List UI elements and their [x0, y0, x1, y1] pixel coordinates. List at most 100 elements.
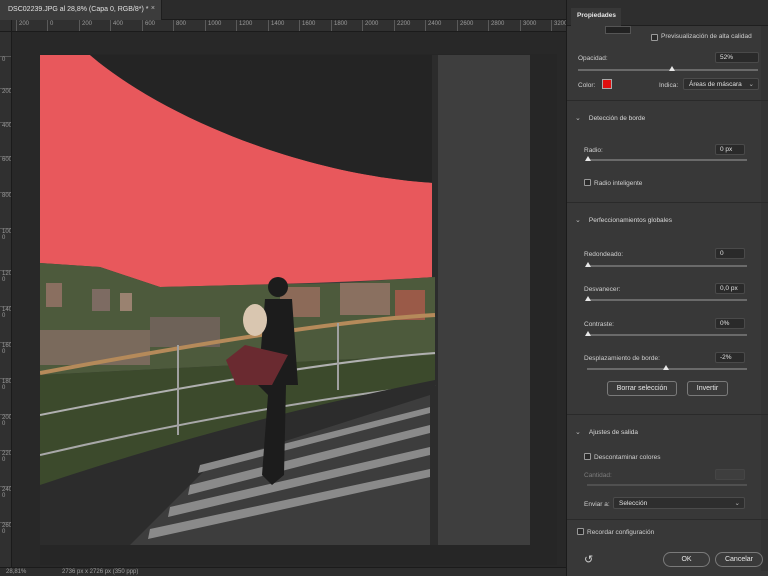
panel-tab-bar: Propiedades: [567, 0, 768, 26]
output-to-value: Selección: [619, 500, 648, 507]
ruler-label: 0: [47, 20, 53, 31]
ruler-label: 1200: [236, 20, 252, 31]
ruler-label: 1800: [0, 378, 12, 391]
indicates-dropdown[interactable]: Áreas de máscara ⌄: [683, 78, 759, 90]
status-bar: 28,81% 2736 px x 2726 px (350 ppp): [0, 567, 566, 576]
feather-slider-thumb[interactable]: [585, 296, 591, 301]
properties-panel: Propiedades Previsualización de alta cal…: [566, 0, 768, 576]
color-swatch[interactable]: [602, 79, 612, 89]
ruler-label: 600: [0, 156, 12, 163]
radius-slider-track[interactable]: [587, 159, 747, 161]
divider: [567, 202, 768, 203]
contrast-label: Contraste:: [584, 321, 614, 328]
smooth-label: Redondeado:: [584, 251, 624, 258]
ruler-label: 600: [142, 20, 155, 31]
photo-illustration: [40, 55, 530, 545]
hq-preview-label: Previsualización de alta calidad: [661, 33, 752, 40]
feather-field[interactable]: 0,0 px: [715, 283, 745, 294]
ruler-label: 2000: [362, 20, 378, 31]
tab-properties[interactable]: Propiedades: [571, 8, 621, 26]
ruler-label: 0: [0, 56, 11, 63]
panel-scrollbar[interactable]: [761, 26, 768, 571]
ruler-label: 400: [0, 122, 12, 129]
ruler-label: 200: [16, 20, 29, 31]
ok-button[interactable]: OK: [663, 552, 710, 567]
section-title: Perfeccionamientos globales: [588, 217, 672, 224]
opacity-label: Opacidad:: [578, 55, 608, 62]
smooth-field[interactable]: 0: [715, 248, 745, 259]
ruler-label: 2200: [0, 450, 12, 463]
preview-thumbnail: [605, 26, 631, 34]
photoshop-window: DSC02239.JPG al 28,8% (Capa 0, RGB/8*) *…: [0, 0, 768, 576]
ruler-label: 2800: [488, 20, 504, 31]
document-tab-title: DSC02239.JPG al 28,8% (Capa 0, RGB/8*) *: [8, 6, 149, 13]
contrast-field[interactable]: 0%: [715, 318, 745, 329]
opacity-slider-thumb[interactable]: [668, 66, 675, 71]
document-tab[interactable]: DSC02239.JPG al 28,8% (Capa 0, RGB/8*) *…: [0, 0, 162, 20]
shift-edge-label: Desplazamiento de borde:: [584, 355, 660, 362]
reset-icon[interactable]: ↺: [584, 553, 593, 566]
indicates-value: Áreas de máscara: [689, 81, 742, 88]
chevron-down-icon: ⌄: [575, 429, 581, 436]
feather-slider-track[interactable]: [587, 299, 747, 301]
ruler-label: 2200: [394, 20, 410, 31]
ruler-label: 2600: [0, 522, 12, 535]
decontaminate-label: Descontaminar colores: [594, 454, 661, 461]
invert-button[interactable]: Invertir: [687, 381, 728, 396]
ruler-label: 2400: [425, 20, 441, 31]
ruler-label: 1400: [268, 20, 284, 31]
document-size: 2736 px x 2726 px (350 ppp): [62, 569, 139, 575]
output-to-dropdown[interactable]: Selección ⌄: [613, 497, 745, 509]
ruler-label: 1800: [331, 20, 347, 31]
decontaminate-checkbox[interactable]: [584, 453, 591, 460]
shift-edge-field[interactable]: -2%: [715, 352, 745, 363]
remember-settings-label: Recordar configuración: [587, 529, 655, 536]
contrast-slider-thumb[interactable]: [585, 331, 591, 336]
zoom-level[interactable]: 28,81%: [6, 569, 26, 575]
radius-slider-thumb[interactable]: [585, 156, 591, 161]
ruler-label: 1200: [0, 270, 12, 283]
ruler-label: 1000: [0, 228, 12, 241]
divider: [567, 519, 768, 520]
ruler-label: 1600: [0, 342, 12, 355]
feather-label: Desvanecer:: [584, 286, 621, 293]
ruler-label: 2000: [0, 414, 12, 427]
ruler-corner: [0, 20, 12, 32]
close-icon[interactable]: ×: [151, 5, 155, 12]
output-to-label: Enviar a:: [584, 501, 610, 508]
smooth-slider-track[interactable]: [587, 265, 747, 267]
radius-label: Radio:: [584, 147, 603, 154]
ruler-label: 2400: [0, 486, 12, 499]
ruler-label: 2600: [457, 20, 473, 31]
document-tab-bar: DSC02239.JPG al 28,8% (Capa 0, RGB/8*) *…: [0, 0, 566, 20]
shift-edge-slider-thumb[interactable]: [663, 365, 669, 370]
ruler-label: 3000: [520, 20, 536, 31]
remember-settings-checkbox[interactable]: [577, 528, 584, 535]
section-title: Detección de borde: [588, 115, 646, 122]
cancel-button[interactable]: Cancelar: [715, 552, 763, 567]
ruler-label: 200: [79, 20, 92, 31]
smart-radius-checkbox[interactable]: [584, 179, 591, 186]
chevron-down-icon: ⌄: [734, 500, 740, 507]
indicates-label: Indica:: [659, 82, 679, 89]
section-output-settings[interactable]: ⌄ Ajustes de salida: [575, 428, 638, 436]
contrast-slider-track[interactable]: [587, 334, 747, 336]
divider: [567, 414, 768, 415]
section-global-refinements[interactable]: ⌄ Perfeccionamientos globales: [575, 216, 672, 224]
smart-radius-label: Radio inteligente: [594, 180, 643, 187]
ruler-label: 800: [0, 192, 12, 199]
amount-label: Cantidad:: [584, 472, 612, 479]
radius-field[interactable]: 0 px: [715, 144, 745, 155]
ruler-label: 1400: [0, 306, 12, 319]
amount-slider-track: [587, 484, 747, 486]
ruler-label: 400: [110, 20, 123, 31]
section-edge-detection[interactable]: ⌄ Detección de borde: [575, 114, 645, 122]
ruler-label: 200: [0, 88, 12, 95]
clear-selection-button[interactable]: Borrar selección: [607, 381, 677, 396]
ruler-label: 3200: [551, 20, 566, 31]
hq-preview-checkbox[interactable]: [651, 34, 658, 41]
smooth-slider-thumb[interactable]: [585, 262, 591, 267]
opacity-field[interactable]: 52%: [715, 52, 759, 63]
document-image[interactable]: [40, 55, 530, 545]
amount-field: [715, 469, 745, 480]
